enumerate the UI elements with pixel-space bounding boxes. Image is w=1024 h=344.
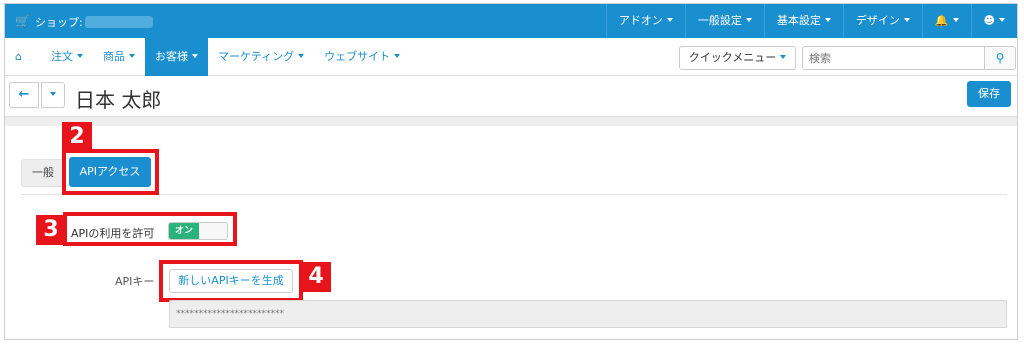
api-key-field[interactable]: ************************ [169, 300, 1007, 328]
cart-icon[interactable]: 🛒 [15, 14, 30, 28]
top-bar: 🛒 ショップ: アドオン 一般設定 基本設定 デザイン 🔔 ☻ [5, 4, 1017, 38]
search-input[interactable] [802, 46, 985, 70]
annotation-box-3 [63, 212, 237, 246]
quick-menu-button[interactable]: クイックメニュー [679, 46, 796, 70]
back-arrow-icon[interactable]: ← [9, 82, 39, 108]
save-button[interactable]: 保存 [967, 81, 1011, 107]
chevron-down-icon[interactable] [41, 82, 65, 108]
api-key-label: APIキー [115, 275, 155, 288]
shop-label[interactable]: ショップ: [35, 14, 153, 30]
tab-general[interactable]: 一般 [21, 159, 65, 187]
nav-customers[interactable]: お客様 [145, 38, 208, 76]
main-nav: ⌂ 注文 商品 お客様 マーケティング ウェブサイト クイックメニュー ⚲ [5, 38, 1017, 76]
top-menu: アドオン 一般設定 基本設定 デザイン 🔔 ☻ [605, 4, 1017, 38]
menu-general-settings[interactable]: 一般設定 [684, 4, 764, 38]
tab-divider [21, 194, 1007, 195]
app-window: 🛒 ショップ: アドオン 一般設定 基本設定 デザイン 🔔 ☻ ⌂ 注文 商品 … [4, 3, 1018, 340]
annotation-badge-4: 4 [301, 262, 331, 292]
annotation-badge-3: 3 [36, 215, 66, 245]
annotation-badge-2: 2 [62, 122, 92, 152]
nav-website[interactable]: ウェブサイト [314, 38, 410, 76]
page-header: ← 日本 太郎 保存 [5, 76, 1017, 118]
annotation-box-2 [62, 149, 159, 195]
search-icon[interactable]: ⚲ [984, 46, 1016, 70]
user-icon[interactable]: ☻ [970, 4, 1017, 38]
menu-basic-settings[interactable]: 基本設定 [763, 4, 843, 38]
menu-addons[interactable]: アドオン [605, 4, 685, 38]
menu-design[interactable]: デザイン [842, 4, 922, 38]
divider [5, 116, 1017, 126]
nav-marketing[interactable]: マーケティング [208, 38, 314, 76]
home-icon[interactable]: ⌂ [15, 50, 22, 63]
nav-orders[interactable]: 注文 [41, 38, 93, 76]
shop-name-blurred [84, 16, 153, 28]
annotation-box-4 [159, 260, 303, 302]
nav-products[interactable]: 商品 [93, 38, 145, 76]
bell-icon[interactable]: 🔔 [921, 4, 971, 38]
page-title: 日本 太郎 [75, 88, 162, 112]
